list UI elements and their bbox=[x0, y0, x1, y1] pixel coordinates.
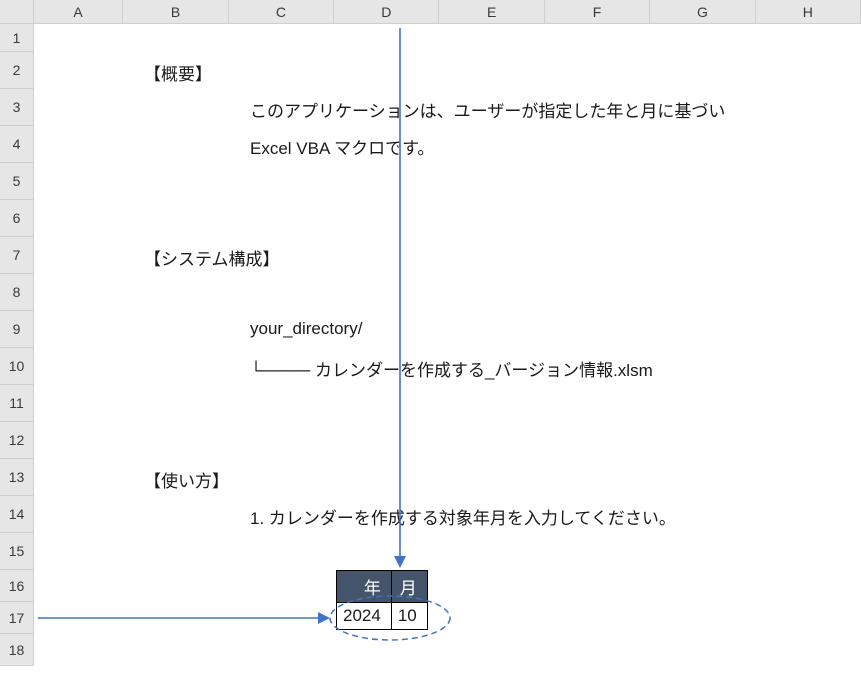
column-header-b[interactable]: B bbox=[123, 0, 228, 24]
row-header-17[interactable]: 17 bbox=[0, 602, 34, 634]
row-header-15[interactable]: 15 bbox=[0, 533, 34, 570]
system-dir: your_directory/ bbox=[250, 319, 362, 339]
year-month-table: 年 月 2024 10 bbox=[336, 570, 428, 630]
usage-heading: 【使い方】 bbox=[144, 467, 229, 492]
row-header-14[interactable]: 14 bbox=[0, 496, 34, 533]
row-header-11[interactable]: 11 bbox=[0, 385, 34, 422]
row-header-1[interactable]: 1 bbox=[0, 24, 34, 52]
overview-heading: 【概要】 bbox=[144, 60, 212, 85]
column-headers: ABCDEFGH bbox=[0, 0, 861, 24]
row-header-4[interactable]: 4 bbox=[0, 126, 34, 163]
row-header-3[interactable]: 3 bbox=[0, 89, 34, 126]
row-header-16[interactable]: 16 bbox=[0, 570, 34, 602]
overview-line1: このアプリケーションは、ユーザーが指定した年と月に基づい bbox=[250, 97, 725, 122]
select-all-corner[interactable] bbox=[0, 0, 34, 24]
system-tree-line: └──── カレンダーを作成する_バージョン情報.xlsm bbox=[250, 356, 653, 381]
year-input-cell[interactable]: 2024 bbox=[337, 603, 392, 630]
system-heading: 【システム構成】 bbox=[144, 245, 280, 270]
row-header-18[interactable]: 18 bbox=[0, 634, 34, 666]
row-header-7[interactable]: 7 bbox=[0, 237, 34, 274]
row-header-8[interactable]: 8 bbox=[0, 274, 34, 311]
column-header-a[interactable]: A bbox=[34, 0, 123, 24]
tree-branch-icon: └──── bbox=[250, 361, 315, 380]
column-header-c[interactable]: C bbox=[229, 0, 334, 24]
column-header-h[interactable]: H bbox=[756, 0, 861, 24]
month-header: 月 bbox=[391, 571, 427, 603]
year-header: 年 bbox=[337, 571, 392, 603]
row-headers: 123456789101112131415161718 bbox=[0, 24, 34, 666]
row-header-12[interactable]: 12 bbox=[0, 422, 34, 459]
row-header-9[interactable]: 9 bbox=[0, 311, 34, 348]
row-header-13[interactable]: 13 bbox=[0, 459, 34, 496]
overview-line2: Excel VBA マクロです。 bbox=[250, 134, 434, 159]
row-header-10[interactable]: 10 bbox=[0, 348, 34, 385]
column-header-d[interactable]: D bbox=[334, 0, 439, 24]
column-header-f[interactable]: F bbox=[545, 0, 650, 24]
system-file: カレンダーを作成する_バージョン情報.xlsm bbox=[315, 361, 653, 380]
usage-step1: 1. カレンダーを作成する対象年月を入力してください。 bbox=[250, 504, 676, 529]
column-header-e[interactable]: E bbox=[439, 0, 544, 24]
spreadsheet: ABCDEFGH 123456789101112131415161718 【概要… bbox=[0, 0, 861, 679]
row-header-5[interactable]: 5 bbox=[0, 163, 34, 200]
month-input-cell[interactable]: 10 bbox=[391, 603, 427, 630]
row-header-2[interactable]: 2 bbox=[0, 52, 34, 89]
column-header-g[interactable]: G bbox=[650, 0, 755, 24]
row-header-6[interactable]: 6 bbox=[0, 200, 34, 237]
